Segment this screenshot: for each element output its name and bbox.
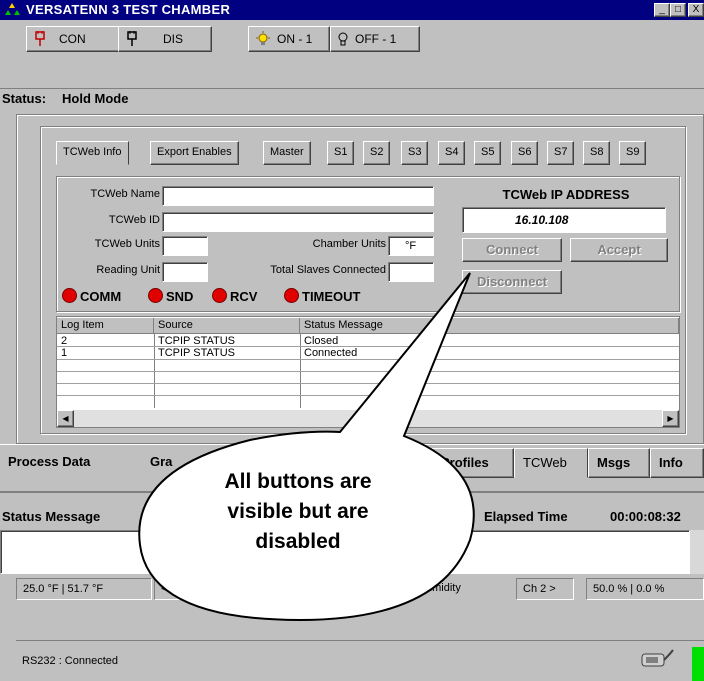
tab-s4[interactable]: S4: [438, 141, 466, 165]
elapsed-time-label: Elapsed Time: [484, 509, 568, 524]
tab-s9[interactable]: S9: [619, 141, 647, 165]
tab-s5[interactable]: S5: [474, 141, 502, 165]
tab-tcweb-info[interactable]: TCWeb Info: [56, 141, 129, 165]
close-button[interactable]: X: [688, 3, 704, 17]
callout-line-1: All buttons are: [224, 470, 372, 493]
chamber-units-field[interactable]: °F: [388, 236, 434, 256]
tab-s2[interactable]: S2: [363, 141, 391, 165]
tab-process-data[interactable]: Process Data: [0, 448, 142, 478]
con-label: CON: [59, 32, 86, 46]
light-off-button[interactable]: OFF - 1: [330, 26, 420, 52]
ip-address-title: TCWeb IP ADDRESS: [502, 187, 630, 202]
table-row[interactable]: 1 TCPIP STATUS Connected: [57, 347, 679, 359]
snd-label: SND: [166, 289, 194, 304]
serial-connector-icon: [641, 649, 674, 667]
humidity-readout: 50.0 % | 0.0 %: [586, 578, 704, 600]
tab-profiles[interactable]: Profiles: [432, 448, 514, 478]
tab-s1[interactable]: S1: [327, 141, 355, 165]
tcweb-id-field[interactable]: [162, 212, 434, 232]
cell-log-item: 1: [61, 347, 68, 359]
tab-export-enables[interactable]: Export Enables: [150, 141, 239, 165]
tab-s6[interactable]: S6: [511, 141, 539, 165]
total-slaves-field[interactable]: [388, 262, 434, 282]
tcweb-name-field[interactable]: [162, 186, 434, 206]
lightbulb-on-icon: [256, 31, 270, 45]
temperature-readout: 25.0 °F | 51.7 °F: [16, 578, 152, 600]
rcv-label: RCV: [230, 289, 258, 304]
scroll-left-icon[interactable]: ◀: [57, 410, 74, 427]
callout-line-2: visible but are: [227, 500, 369, 523]
status-message-scrollbar[interactable]: [690, 530, 704, 574]
snd-led-icon: [148, 288, 163, 303]
tab-s7[interactable]: S7: [547, 141, 575, 165]
connection-status-indicator: [692, 647, 704, 681]
col-header-log-item[interactable]: Log Item: [57, 318, 154, 334]
timeout-led-icon: [284, 288, 299, 303]
status-message-label: Status Message: [2, 509, 101, 524]
on-label: ON - 1: [277, 32, 313, 46]
col-header-status-message[interactable]: Status Message: [300, 318, 679, 334]
connect-button[interactable]: Connect: [462, 238, 562, 262]
channel-prev-button[interactable]: < Ch: [154, 578, 202, 600]
cell-source: TCPIP STATUS: [158, 335, 236, 347]
tcweb-units-label: TCWeb Units: [94, 238, 160, 250]
plug-connected-icon: [35, 31, 45, 46]
col-header-source[interactable]: Source: [154, 318, 300, 334]
cell-source: TCPIP STATUS: [158, 347, 236, 359]
rs232-status: RS232 : Connected: [22, 655, 119, 667]
comm-label: COMM: [80, 289, 122, 304]
app-icon: [5, 3, 20, 15]
status-value: Hold Mode: [62, 91, 129, 106]
callout-line-3: disabled: [255, 530, 341, 553]
channel-next-button[interactable]: Ch 2 >: [516, 578, 574, 600]
rcv-led-icon: [212, 288, 227, 303]
tcweb-name-label: TCWeb Name: [90, 188, 160, 200]
light-on-button[interactable]: ON - 1: [248, 26, 330, 52]
horizontal-scrollbar[interactable]: ◀ ▶: [57, 410, 679, 427]
cell-status: Closed: [304, 335, 339, 347]
tab-master[interactable]: Master: [263, 141, 311, 165]
off-label: OFF - 1: [355, 32, 397, 46]
tcweb-id-label: TCWeb ID: [108, 214, 160, 226]
tab-s3[interactable]: S3: [401, 141, 429, 165]
tab-msgs[interactable]: Msgs: [588, 448, 650, 478]
window-title: VERSATENN 3 TEST CHAMBER: [26, 2, 231, 17]
dis-label: DIS: [163, 32, 184, 46]
cell-status: Connected: [304, 347, 358, 359]
plug-disconnected-icon: [127, 31, 137, 46]
tab-info[interactable]: Info: [650, 448, 704, 478]
tab-graph[interactable]: Gra: [142, 448, 182, 478]
accept-button[interactable]: Accept: [570, 238, 668, 262]
disconnect-toolbar-button[interactable]: DIS: [118, 26, 212, 52]
elapsed-time-value: 00:00:08:32: [610, 509, 681, 524]
timeout-label: TIMEOUT: [302, 289, 361, 304]
connect-toolbar-button[interactable]: CON: [26, 26, 124, 52]
tab-s8[interactable]: S8: [583, 141, 611, 165]
title-bar: VERSATENN 3 TEST CHAMBER _ □ X: [0, 0, 704, 20]
minimize-button[interactable]: _: [654, 3, 670, 17]
status-label: Status:: [2, 91, 47, 106]
cell-log-item: 2: [61, 335, 68, 347]
reading-unit-field[interactable]: [162, 262, 208, 282]
reading-unit-label: Reading Unit: [96, 264, 160, 276]
chamber-units-label: Chamber Units: [312, 238, 386, 250]
lightbulb-off-icon: [338, 32, 348, 46]
table-row[interactable]: 2 TCPIP STATUS Closed: [57, 335, 679, 347]
tcweb-units-field[interactable]: [162, 236, 208, 256]
humidity-label: umidity: [426, 578, 514, 600]
maximize-button[interactable]: □: [670, 3, 686, 17]
tab-tcweb[interactable]: TCWeb: [514, 448, 588, 478]
scroll-right-icon[interactable]: ▶: [662, 410, 679, 427]
comm-led-icon: [62, 288, 77, 303]
ip-address-field[interactable]: 16.10.108: [462, 207, 666, 233]
disconnect-button[interactable]: Disconnect: [462, 270, 562, 294]
total-slaves-label: Total Slaves Connected: [270, 264, 386, 276]
